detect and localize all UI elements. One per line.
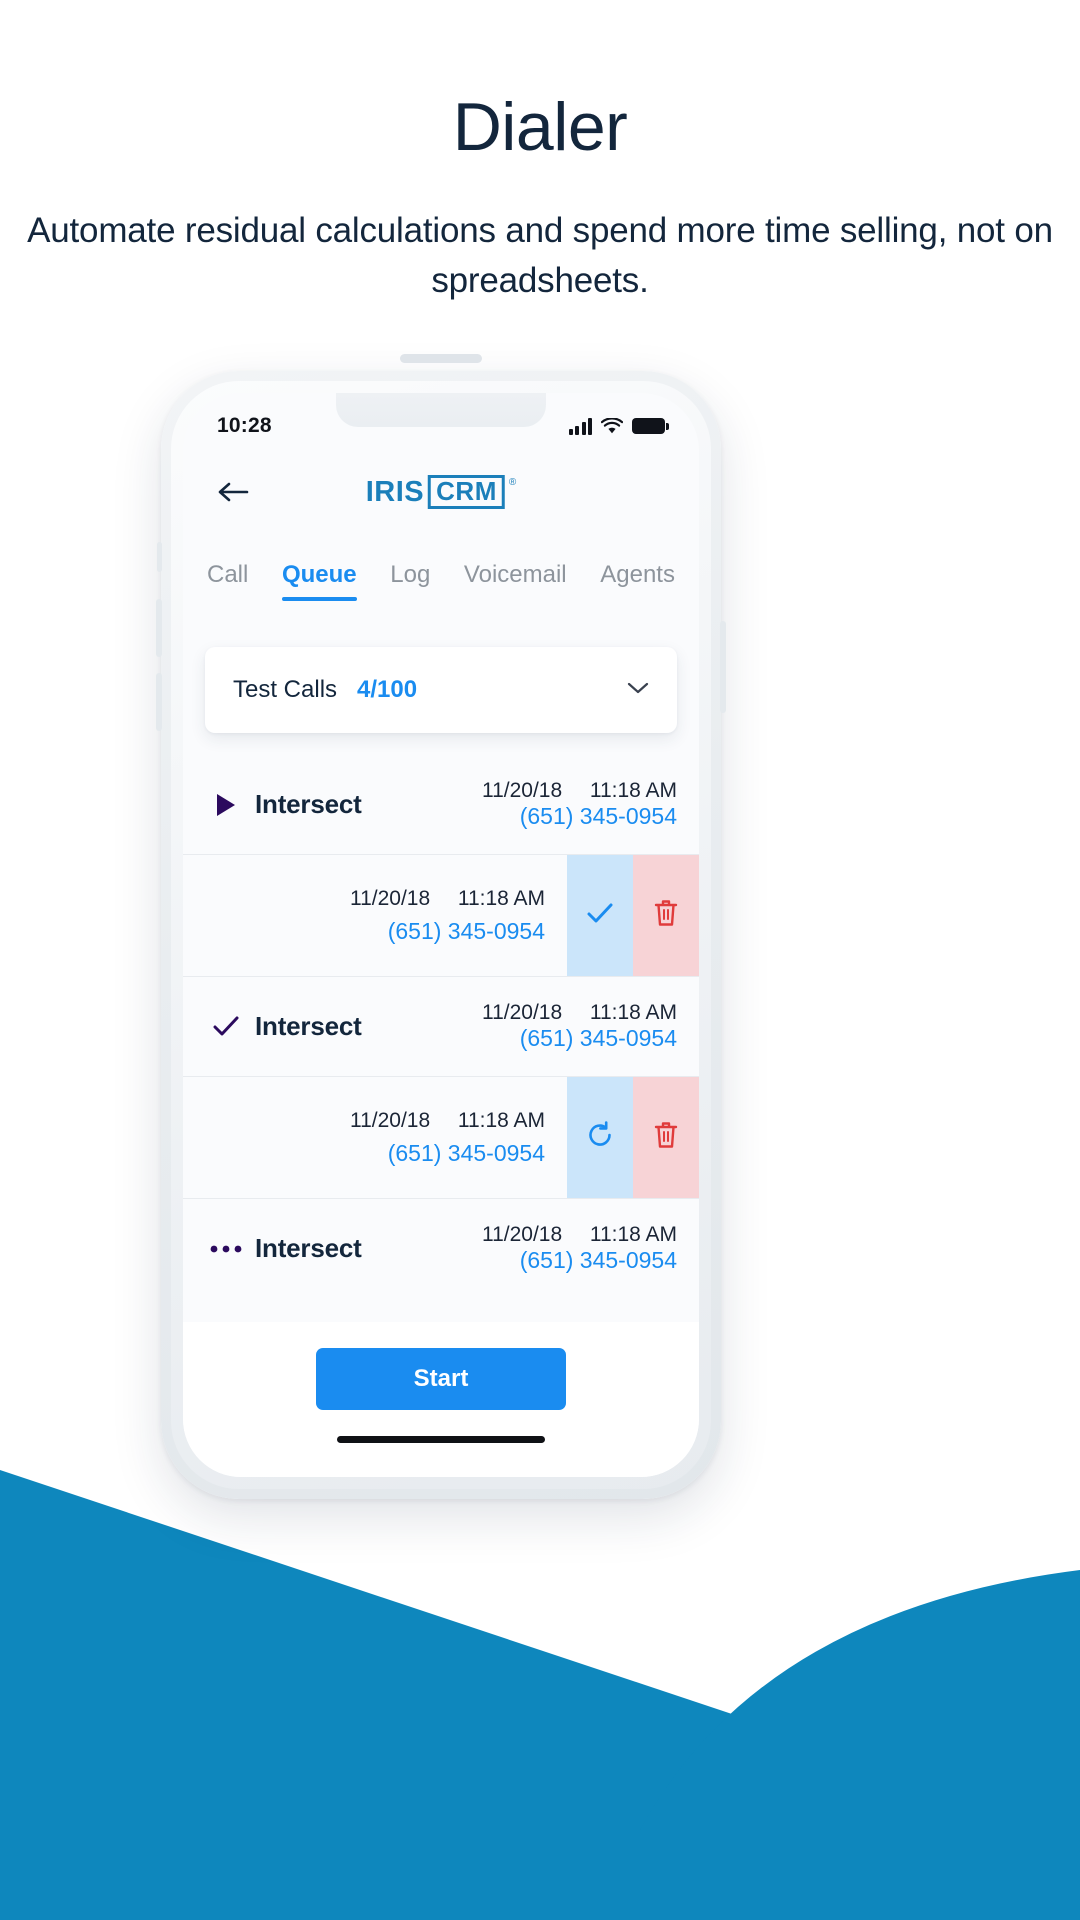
refresh-icon (585, 1120, 615, 1155)
queue-row-datetime: 11/20/18 11:18 AM (482, 779, 677, 802)
queue-row-meta: 11/20/18 11:18 AM (651) 345-0954 (362, 779, 677, 830)
delete-call-button[interactable] (633, 1077, 699, 1198)
tab-call[interactable]: Call (207, 561, 248, 601)
hero-section: Dialer Automate residual calculations an… (0, 0, 1080, 306)
page-root: Dialer Automate residual calculations an… (0, 0, 1080, 1920)
queue-contact-name: Intersect (255, 1011, 362, 1041)
queue-row-phone[interactable]: (651) 345-0954 (520, 803, 677, 829)
queue-row-phone[interactable]: (651) 345-0954 (520, 1025, 677, 1051)
queue-row-phone[interactable]: (651) 345-0954 (388, 918, 545, 945)
chevron-down-icon[interactable] (627, 681, 649, 700)
check-icon[interactable] (197, 1015, 255, 1039)
queue-row[interactable]: Intersect 11/20/18 11:18 AM (651) 345-09… (183, 755, 699, 854)
confirm-call-button[interactable] (567, 855, 633, 976)
logo-text-iris: IRIS (365, 475, 425, 508)
queue-row[interactable]: Intersect 11/20/18 11:18 AM (651) 345-09… (183, 1198, 699, 1298)
status-icon-group (568, 417, 669, 435)
home-indicator[interactable] (337, 1436, 545, 1443)
page-subtitle: Automate residual calculations and spend… (27, 211, 1053, 300)
logo-text-crm: CRM (428, 475, 505, 509)
queue-row-time: 11:18 AM (589, 779, 677, 802)
queue-row-phone[interactable]: (651) 345-0954 (388, 1140, 545, 1167)
queue-row-datetime: 11/20/18 11:18 AM (482, 1223, 677, 1246)
campaign-select-card[interactable]: Test Calls 4/100 (205, 647, 677, 733)
tab-agents[interactable]: Agents (600, 561, 675, 601)
delete-call-button[interactable] (633, 855, 699, 976)
tab-log[interactable]: Log (390, 561, 430, 601)
queue-contact-name: Intersect (255, 789, 362, 819)
app-header: IRIS CRM ® (183, 449, 699, 535)
queue-row-time: 11:18 AM (457, 886, 545, 910)
retry-call-button[interactable] (567, 1077, 633, 1198)
queue-list: Intersect 11/20/18 11:18 AM (651) 345-09… (183, 755, 699, 1298)
phone-volume-down-button[interactable] (156, 673, 162, 731)
queue-row-time: 11:18 AM (589, 1001, 677, 1024)
trash-icon (653, 1120, 679, 1155)
tab-bar: Call Queue Log Voicemail Agents (183, 535, 699, 601)
play-triangle-icon[interactable] (197, 792, 255, 818)
phone-volume-up-button[interactable] (156, 599, 162, 657)
back-arrow-icon[interactable] (213, 472, 253, 512)
queue-swipe-row[interactable]: 11/20/18 11:18 AM (651) 345-0954 (183, 1076, 699, 1198)
iris-crm-logo: IRIS CRM ® (365, 475, 517, 509)
status-bar: 10:28 (183, 393, 699, 449)
phone-power-button[interactable] (720, 621, 726, 713)
queue-row[interactable]: Intersect 11/20/18 11:18 AM (651) 345-09… (183, 976, 699, 1076)
status-time: 10:28 (217, 414, 272, 437)
queue-row-time: 11:18 AM (457, 1108, 545, 1132)
tab-queue[interactable]: Queue (281, 561, 357, 601)
queue-row-date: 11/20/18 (349, 1108, 431, 1132)
queue-swipe-row[interactable]: 11/20/18 11:18 AM (651) 345-0954 (183, 854, 699, 976)
queue-row-meta: 11/20/18 11:18 AM (651) 345-0954 (362, 1001, 677, 1052)
phone-screen: 10:28 IRIS CRM ® Call Queue Log Voicemai… (183, 393, 699, 1477)
queue-row-datetime: 11/20/18 11:18 AM (350, 887, 545, 911)
cellular-signal-icon (568, 417, 592, 435)
bottom-action-bar: Start (183, 1322, 699, 1477)
queue-row-phone[interactable]: (651) 345-0954 (520, 1247, 677, 1273)
queue-row-date: 11/20/18 (349, 886, 431, 910)
campaign-progress-count: 4/100 (357, 676, 418, 703)
queue-swipe-meta: 11/20/18 11:18 AM (651) 345-0954 (183, 1077, 567, 1198)
page-title: Dialer (452, 89, 628, 165)
ellipsis-icon[interactable] (197, 1244, 255, 1254)
queue-row-datetime: 11/20/18 11:18 AM (482, 1001, 677, 1024)
phone-mockup: 10:28 IRIS CRM ® Call Queue Log Voicemai… (156, 354, 726, 1499)
queue-contact-name: Intersect (255, 1233, 362, 1263)
wifi-icon (601, 417, 623, 433)
queue-row-meta: 11/20/18 11:18 AM (651) 345-0954 (362, 1223, 677, 1274)
queue-swipe-meta: 11/20/18 11:18 AM (651) 345-0954 (183, 855, 567, 976)
campaign-select-label: Test Calls (233, 676, 338, 703)
queue-row-date: 11/20/18 (481, 1001, 563, 1024)
battery-full-icon (632, 418, 669, 434)
queue-row-datetime: 11/20/18 11:18 AM (350, 1109, 545, 1133)
logo-trademark-symbol: ® (508, 477, 517, 488)
queue-row-date: 11/20/18 (481, 1223, 563, 1246)
tab-voicemail[interactable]: Voicemail (464, 561, 567, 601)
check-icon (585, 901, 615, 930)
start-button[interactable]: Start (316, 1348, 566, 1410)
phone-earpiece-speaker (400, 354, 482, 363)
trash-icon (653, 898, 679, 933)
queue-row-time: 11:18 AM (589, 1223, 677, 1246)
queue-row-date: 11/20/18 (481, 779, 563, 802)
phone-silent-switch[interactable] (157, 542, 162, 572)
